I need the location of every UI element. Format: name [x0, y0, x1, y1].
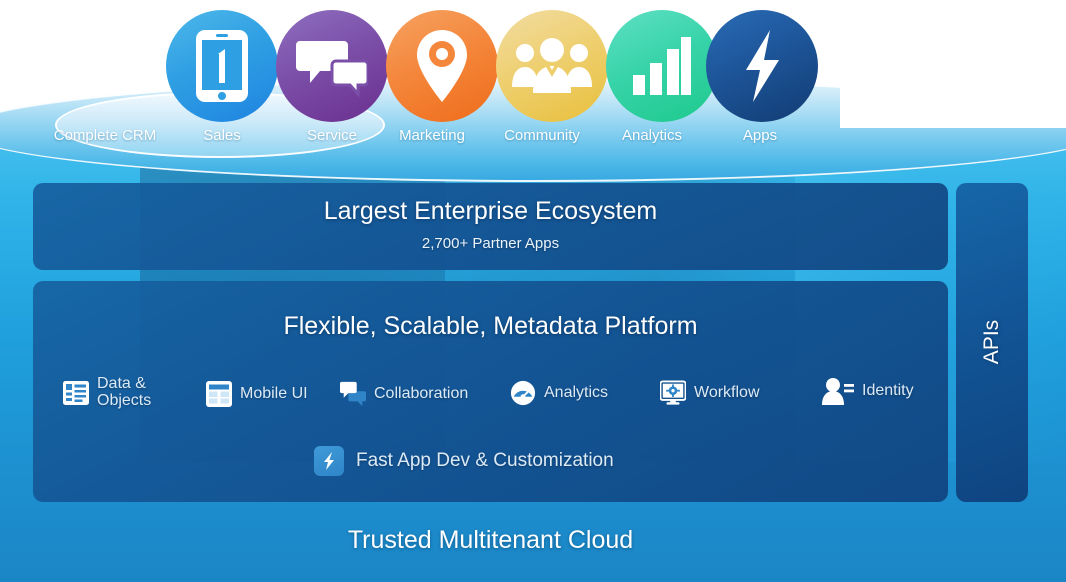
circle-apps[interactable] [706, 10, 818, 122]
top-white-background-right [840, 0, 1066, 128]
feature-label-identity: Identity [862, 381, 914, 399]
bar-chart-icon [631, 35, 693, 97]
circle-community[interactable] [496, 10, 608, 122]
feature-label-analytics: Analytics [544, 383, 609, 401]
panel-apis[interactable]: APIs [956, 183, 1028, 502]
apis-label: APIs [980, 319, 1003, 365]
lightning-bolt-icon [314, 446, 344, 476]
feature-fast-app-dev[interactable]: Fast App Dev & Customization [314, 446, 614, 476]
feature-label-fast-app-dev: Fast App Dev & Customization [356, 450, 614, 472]
panel-platform: Flexible, Scalable, Metadata Platform Da… [33, 281, 948, 502]
pill-label-analytics: Analytics [621, 127, 683, 144]
pill-label-apps: Apps [742, 127, 778, 144]
lightning-bolt-icon [740, 28, 784, 104]
salesforce-platform-diagram: Complete CRM Sales Service Marketing Com… [0, 0, 1066, 582]
circle-analytics[interactable] [606, 10, 718, 122]
feature-mobile-ui[interactable]: Mobile UI [206, 381, 308, 407]
feature-label-workflow: Workflow [694, 383, 760, 401]
feature-analytics[interactable]: Analytics [510, 380, 608, 406]
ecosystem-title: Largest Enterprise Ecosystem [323, 197, 658, 225]
feature-identity[interactable]: Identity [820, 378, 914, 405]
chat-bubbles-icon [296, 35, 368, 97]
gauge-icon [510, 380, 536, 406]
mobile-ui-grid-icon [206, 381, 232, 407]
people-group-icon [512, 37, 592, 95]
pill-label-marketing: Marketing [399, 127, 465, 144]
pill-label-sales: Sales [203, 127, 241, 144]
chat-bubbles-icon [340, 381, 366, 407]
person-badge-icon [820, 378, 854, 405]
monitor-gear-icon [660, 380, 686, 406]
feature-label-mobile-ui: Mobile UI [240, 384, 308, 402]
feature-collaboration[interactable]: Collaboration [340, 381, 468, 407]
circle-marketing[interactable] [386, 10, 498, 122]
panel-ecosystem: Largest Enterprise Ecosystem 2,700+ Part… [33, 183, 948, 270]
map-pin-icon [415, 28, 469, 104]
feature-data-objects[interactable]: Data & Objects [63, 375, 152, 410]
circle-service[interactable] [276, 10, 388, 122]
feature-label-data-objects: Data & Objects [97, 375, 152, 409]
pill-label-complete-crm: Complete CRM [53, 127, 157, 144]
feature-workflow[interactable]: Workflow [660, 380, 760, 406]
data-objects-icon [63, 380, 89, 406]
foundation-title: Trusted Multitenant Cloud [347, 526, 634, 554]
circle-sales[interactable] [166, 10, 278, 122]
platform-title: Flexible, Scalable, Metadata Platform [283, 312, 698, 340]
ecosystem-subtitle: 2,700+ Partner Apps [421, 235, 560, 252]
pill-label-community: Community [504, 127, 580, 144]
feature-label-collaboration: Collaboration [374, 384, 469, 402]
phone-one-icon [194, 28, 250, 104]
